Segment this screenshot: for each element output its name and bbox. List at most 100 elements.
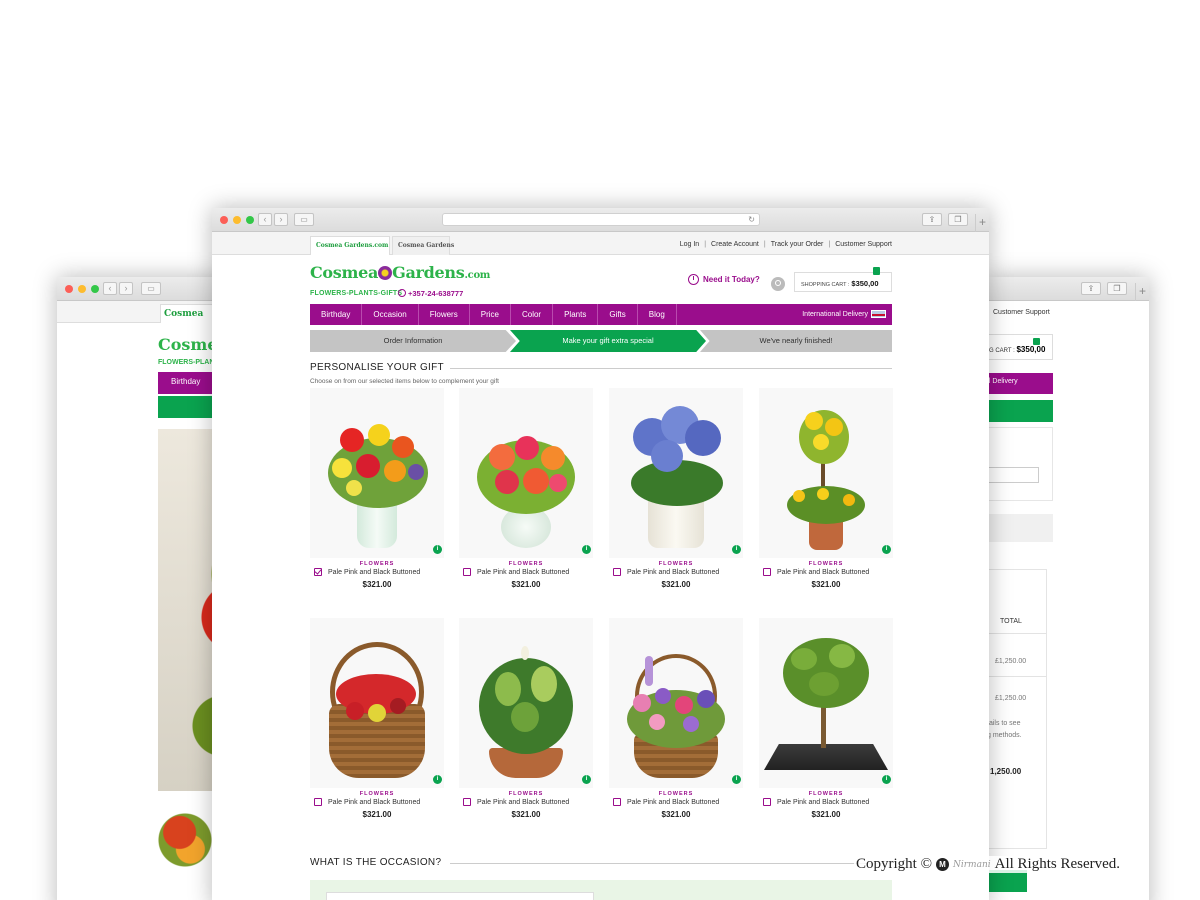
product-checkbox[interactable] xyxy=(314,798,322,806)
shopping-cart[interactable]: G CART : $350,00 xyxy=(985,334,1053,360)
info-icon[interactable]: i xyxy=(433,545,442,554)
login-link[interactable]: Log In xyxy=(680,241,699,248)
back-icon[interactable]: ‹ xyxy=(258,213,272,226)
product-name: Pale Pink and Black Buttoned xyxy=(627,568,720,576)
product-option[interactable]: Pale Pink and Black Buttoned xyxy=(759,568,893,576)
new-tab-icon[interactable]: + xyxy=(975,214,989,232)
info-icon[interactable]: i xyxy=(582,775,591,784)
need-it-today-link[interactable]: Need it Today? xyxy=(688,274,760,285)
product-card[interactable]: i FLOWERS Pale Pink and Black Buttoned $… xyxy=(310,618,444,819)
m-logo-icon: M xyxy=(935,858,949,871)
browser-toolbar: ‹ › ▭ ↻ ⇪ ❐ + xyxy=(212,208,989,232)
create-account-link[interactable]: Create Account xyxy=(711,241,759,248)
share-icon[interactable]: ⇪ xyxy=(1081,282,1101,295)
product-category: FLOWERS xyxy=(808,791,844,797)
product-card[interactable]: i FLOWERS Pale Pink and Black Buttoned $… xyxy=(459,388,593,589)
tabs-icon[interactable]: ❐ xyxy=(1107,282,1127,295)
info-icon[interactable]: i xyxy=(582,545,591,554)
info-icon[interactable]: i xyxy=(882,545,891,554)
nav-color[interactable]: Color xyxy=(511,304,554,325)
product-image: i xyxy=(310,388,444,558)
minimize-dot-icon[interactable] xyxy=(233,216,241,224)
track-order-link[interactable]: Track your Order xyxy=(771,241,824,248)
share-icon[interactable]: ⇪ xyxy=(922,213,942,226)
nav-plants[interactable]: Plants xyxy=(553,304,599,325)
product-card[interactable]: i FLOWERS Pale Pink and Black Buttoned $… xyxy=(759,388,893,589)
product-card[interactable]: i FLOWERS Pale Pink and Black Buttoned $… xyxy=(310,388,444,589)
nav-blog[interactable]: Blog xyxy=(638,304,677,325)
product-option[interactable]: Pale Pink and Black Buttoned xyxy=(310,568,444,576)
product-option[interactable]: Pale Pink and Black Buttoned xyxy=(310,798,444,806)
product-option[interactable]: Pale Pink and Black Buttoned xyxy=(759,798,893,806)
product-card[interactable]: i FLOWERS Pale Pink and Black Buttoned $… xyxy=(759,618,893,819)
product-image: i xyxy=(609,388,743,558)
personalise-heading: PERSONALISE YOUR GIFT xyxy=(310,362,444,373)
minimize-dot-icon[interactable] xyxy=(78,285,86,293)
product-checkbox[interactable] xyxy=(763,568,771,576)
intl-delivery-link[interactable]: al Delivery xyxy=(985,373,1053,394)
product-card[interactable]: i FLOWERS Pale Pink and Black Buttoned $… xyxy=(609,618,743,819)
product-image: i xyxy=(759,388,893,558)
close-dot-icon[interactable] xyxy=(220,216,228,224)
line-total-1: £1,250.00 xyxy=(995,658,1027,665)
tabs-icon[interactable]: ❐ xyxy=(948,213,968,226)
main-browser-window: ‹ › ▭ ↻ ⇪ ❐ + Cosmea Gardens.com Cosmea G… xyxy=(212,208,989,900)
product-checkbox[interactable] xyxy=(463,798,471,806)
tagline: FLOWERS-PLANTS-GIFTS xyxy=(310,290,403,297)
info-icon[interactable]: i xyxy=(433,775,442,784)
info-icon[interactable]: i xyxy=(732,545,741,554)
product-checkbox[interactable] xyxy=(463,568,471,576)
back-icon[interactable]: ‹ xyxy=(103,282,117,295)
nav-flowers[interactable]: Flowers xyxy=(419,304,470,325)
nav-gifts[interactable]: Gifts xyxy=(598,304,638,325)
site-tab[interactable]: Cosmea Gardens xyxy=(392,236,454,255)
product-checkbox[interactable] xyxy=(763,798,771,806)
need-it-today-label: Need it Today? xyxy=(703,275,760,284)
product-checkbox[interactable] xyxy=(613,798,621,806)
nav-price[interactable]: Price xyxy=(470,304,511,325)
product-category: FLOWERS xyxy=(808,561,844,567)
search-icon[interactable] xyxy=(771,277,785,291)
occasion-select[interactable] xyxy=(326,892,594,900)
product-option[interactable]: Pale Pink and Black Buttoned xyxy=(609,568,743,576)
product-option[interactable]: Pale Pink and Black Buttoned xyxy=(459,798,593,806)
shopping-cart[interactable]: SHOPPING CART : $350,00 xyxy=(794,267,892,292)
zoom-dot-icon[interactable] xyxy=(246,216,254,224)
customer-support-link[interactable]: Customer Support xyxy=(993,309,1050,316)
sidebar-icon[interactable]: ▭ xyxy=(294,213,314,226)
nav-occasion[interactable]: Occasion xyxy=(362,304,419,325)
product-card[interactable]: i FLOWERS Pale Pink and Black Buttoned $… xyxy=(609,388,743,589)
info-icon[interactable]: i xyxy=(882,775,891,784)
step-extra-special-active[interactable]: Make your gift extra special xyxy=(510,330,706,352)
product-option[interactable]: Pale Pink and Black Buttoned xyxy=(459,568,593,576)
site-tab-active[interactable]: Cosmea Gardens.com xyxy=(310,236,390,255)
product-checkbox[interactable] xyxy=(314,568,322,576)
cart-label: SHOPPING CART : xyxy=(801,282,850,288)
product-option[interactable]: Pale Pink and Black Buttoned xyxy=(609,798,743,806)
checkout-button[interactable] xyxy=(985,870,1027,892)
info-icon[interactable]: i xyxy=(732,775,741,784)
forward-icon[interactable]: › xyxy=(119,282,133,295)
phone-number[interactable]: +357-24-638777 xyxy=(398,289,463,298)
international-delivery[interactable]: International Delivery xyxy=(802,310,886,318)
forward-icon[interactable]: › xyxy=(274,213,288,226)
nav-birthday[interactable]: Birthday xyxy=(310,304,363,325)
form-input[interactable] xyxy=(985,467,1039,483)
step-nearly-finished[interactable]: We've nearly finished! xyxy=(700,330,892,352)
zoom-dot-icon[interactable] xyxy=(91,285,99,293)
new-tab-icon[interactable]: + xyxy=(1135,283,1149,301)
product-thumbnail[interactable] xyxy=(158,802,212,878)
reload-icon[interactable]: ↻ xyxy=(748,214,755,226)
product-card[interactable]: i FLOWERS Pale Pink and Black Buttoned $… xyxy=(459,618,593,819)
cart-amount: $350,00 xyxy=(851,279,879,288)
separator: | xyxy=(704,241,707,248)
product-checkbox[interactable] xyxy=(613,568,621,576)
site-logo[interactable]: Cosmea Gardens.com xyxy=(310,263,490,282)
customer-support-link[interactable]: Customer Support xyxy=(835,241,892,248)
account-links: Log In | Create Account | Track your Order… xyxy=(680,241,892,248)
address-bar[interactable]: ↻ xyxy=(442,213,760,226)
sidebar-icon[interactable]: ▭ xyxy=(141,282,161,295)
close-dot-icon[interactable] xyxy=(65,285,73,293)
step-order-information[interactable]: Order Information xyxy=(310,330,516,352)
shopping-bag-icon xyxy=(873,267,880,275)
